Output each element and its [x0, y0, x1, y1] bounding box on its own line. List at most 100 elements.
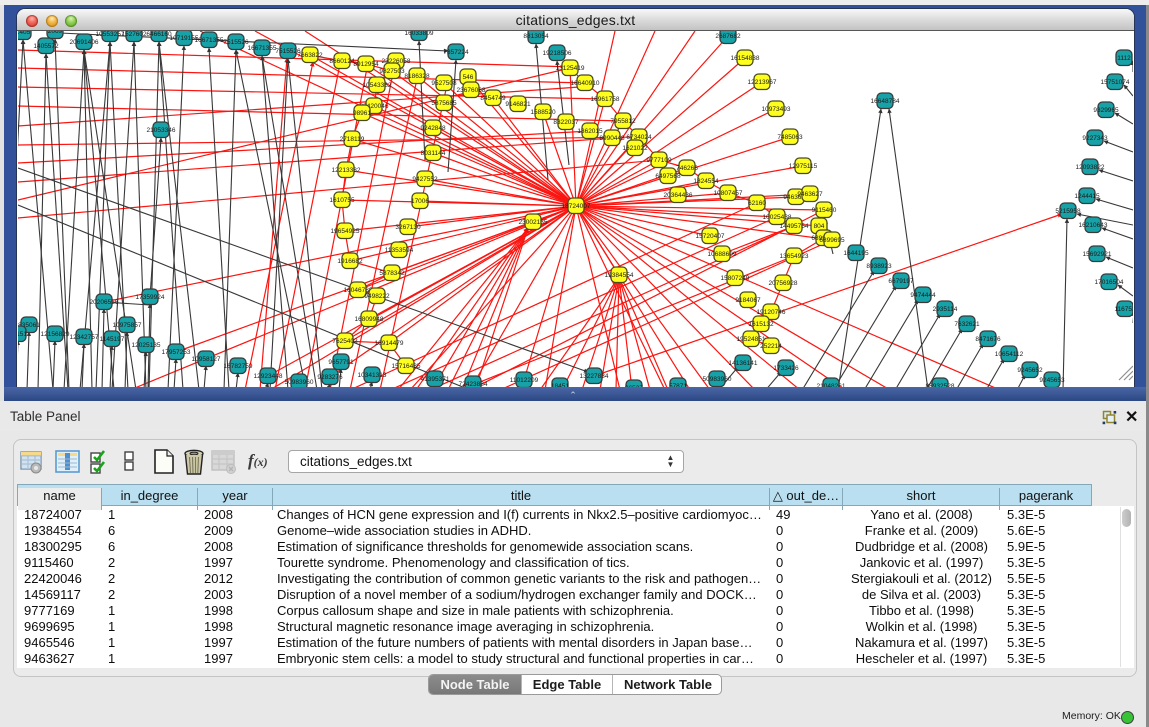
svg-text:17016504: 17016504 — [1095, 279, 1124, 286]
svg-text:19120746: 19120746 — [757, 309, 786, 316]
svg-text:50983960: 50983960 — [285, 379, 314, 386]
svg-text:16648784: 16648784 — [871, 98, 900, 105]
svg-text:16809948: 16809948 — [355, 316, 384, 323]
svg-text:9527508: 9527508 — [431, 80, 457, 87]
svg-text:7485063: 7485063 — [777, 134, 803, 141]
svg-text:12025135: 12025135 — [132, 342, 161, 349]
svg-text:39151: 39151 — [18, 331, 27, 338]
svg-text:12213382: 12213382 — [332, 167, 361, 174]
svg-text:1362015: 1362015 — [577, 128, 603, 135]
svg-text:1244415: 1244415 — [1074, 193, 1100, 200]
svg-text:9777109: 9777109 — [646, 157, 672, 164]
svg-text:19218506: 19218506 — [543, 50, 572, 57]
svg-text:12975115: 12975115 — [789, 163, 818, 170]
svg-text:9329965: 9329965 — [1093, 107, 1119, 114]
svg-text:20364436: 20364436 — [664, 192, 693, 199]
svg-text:14495754: 14495754 — [780, 223, 809, 230]
svg-text:16782759: 16782759 — [224, 363, 253, 370]
svg-text:12213967: 12213967 — [748, 79, 777, 86]
svg-text:1610755: 1610755 — [329, 197, 355, 204]
svg-text:16914479: 16914479 — [375, 340, 404, 347]
svg-text:6899695: 6899695 — [819, 237, 845, 244]
svg-text:98961: 98961 — [353, 110, 371, 117]
svg-text:11353594: 11353594 — [385, 247, 414, 254]
svg-text:8813054: 8813054 — [523, 33, 549, 40]
svg-text:7625402: 7625402 — [332, 338, 358, 345]
svg-text:17957253: 17957253 — [162, 349, 191, 356]
svg-text:1588520: 1588520 — [530, 109, 556, 116]
svg-text:12342757: 12342757 — [70, 334, 99, 341]
svg-text:7857224: 7857224 — [443, 49, 469, 56]
svg-text:10543382: 10543382 — [363, 82, 392, 89]
svg-text:9242848: 9242848 — [420, 125, 446, 132]
svg-text:50983960: 50983960 — [703, 376, 732, 383]
svg-text:9463627: 9463627 — [797, 191, 823, 198]
svg-text:10975857: 10975857 — [113, 322, 142, 329]
svg-text:9498222: 9498222 — [364, 293, 390, 300]
svg-text:17359924: 17359924 — [136, 294, 165, 301]
svg-text:8990448: 8990448 — [599, 135, 625, 142]
svg-text:20756928: 20756928 — [769, 280, 798, 287]
svg-text:10688609: 10688609 — [708, 251, 737, 258]
svg-text:10958127: 10958127 — [192, 356, 221, 363]
svg-text:8454749: 8454749 — [480, 95, 506, 102]
svg-text:13227834: 13227834 — [580, 373, 609, 380]
svg-text:5878342: 5878342 — [379, 270, 405, 277]
svg-text:8322037: 8322037 — [553, 119, 579, 126]
svg-text:20206556: 20206556 — [90, 299, 119, 306]
svg-text:10654112: 10654112 — [995, 351, 1024, 358]
svg-text:15751074: 15751074 — [1101, 79, 1130, 86]
svg-text:1145197: 1145197 — [100, 336, 125, 343]
svg-text:13125419: 13125419 — [556, 65, 585, 72]
svg-text:19654925: 19654925 — [331, 228, 360, 235]
svg-text:13654923: 13654923 — [780, 253, 809, 260]
svg-text:2069: 2069 — [48, 31, 63, 35]
svg-text:41395371: 41395371 — [421, 376, 450, 383]
svg-text:1644195: 1644195 — [843, 250, 869, 257]
svg-text:8031144: 8031144 — [421, 150, 446, 157]
svg-text:6466160: 6466160 — [146, 31, 172, 38]
svg-text:23676068: 23676068 — [457, 87, 486, 94]
svg-text:10973493: 10973493 — [762, 106, 791, 113]
svg-text:16961758: 16961758 — [591, 96, 620, 103]
svg-text:1405572: 1405572 — [33, 43, 59, 50]
svg-text:8471676: 8471676 — [975, 336, 1001, 343]
svg-text:5215958: 5215958 — [1055, 208, 1081, 215]
svg-text:19524851: 19524851 — [737, 336, 766, 343]
svg-text:18724007: 18724007 — [562, 203, 591, 210]
svg-text:12156829: 12156829 — [41, 331, 70, 338]
svg-text:16210643: 16210643 — [1079, 222, 1108, 229]
svg-text:8938923: 8938923 — [866, 263, 892, 270]
svg-text:9474444: 9474444 — [910, 292, 936, 299]
svg-text:15716485: 15716485 — [392, 363, 421, 370]
svg-text:23002135: 23002135 — [519, 219, 548, 226]
svg-text:62160: 62160 — [748, 200, 766, 207]
svg-text:14136141: 14136141 — [729, 360, 758, 367]
svg-text:1615132: 1615132 — [748, 321, 774, 328]
svg-text:9146821: 9146821 — [505, 101, 531, 108]
svg-text:7663822: 7663822 — [297, 52, 323, 59]
svg-text:746266: 746266 — [676, 165, 698, 172]
svg-text:9283276: 9283276 — [317, 374, 343, 381]
svg-text:16640910: 16640910 — [571, 80, 600, 87]
svg-text:3267130: 3267130 — [395, 224, 421, 231]
svg-text:5875685: 5875685 — [431, 100, 457, 107]
svg-text:7632621: 7632621 — [954, 321, 980, 328]
svg-text:8912954: 8912954 — [353, 61, 379, 68]
svg-text:7955812: 7955812 — [610, 118, 636, 125]
svg-text:1916682: 1916682 — [337, 258, 363, 265]
svg-text:16154838: 16154838 — [731, 55, 760, 62]
svg-text:2687682: 2687682 — [715, 33, 741, 40]
svg-text:20691406: 20691406 — [70, 39, 99, 46]
svg-text:1112: 1112 — [1117, 55, 1131, 62]
svg-text:8186328: 8186328 — [404, 73, 430, 80]
svg-text:546: 546 — [463, 74, 474, 81]
svg-text:1405: 1405 — [18, 31, 31, 36]
svg-text:17006: 17006 — [411, 198, 429, 205]
svg-text:15692921: 15692921 — [1083, 251, 1112, 258]
svg-text:2718119: 2718119 — [340, 136, 365, 143]
svg-text:252214: 252214 — [760, 343, 782, 350]
svg-text:16671355: 16671355 — [195, 37, 224, 44]
svg-text:9427552: 9427552 — [412, 176, 438, 183]
svg-text:15807249: 15807249 — [721, 275, 750, 282]
